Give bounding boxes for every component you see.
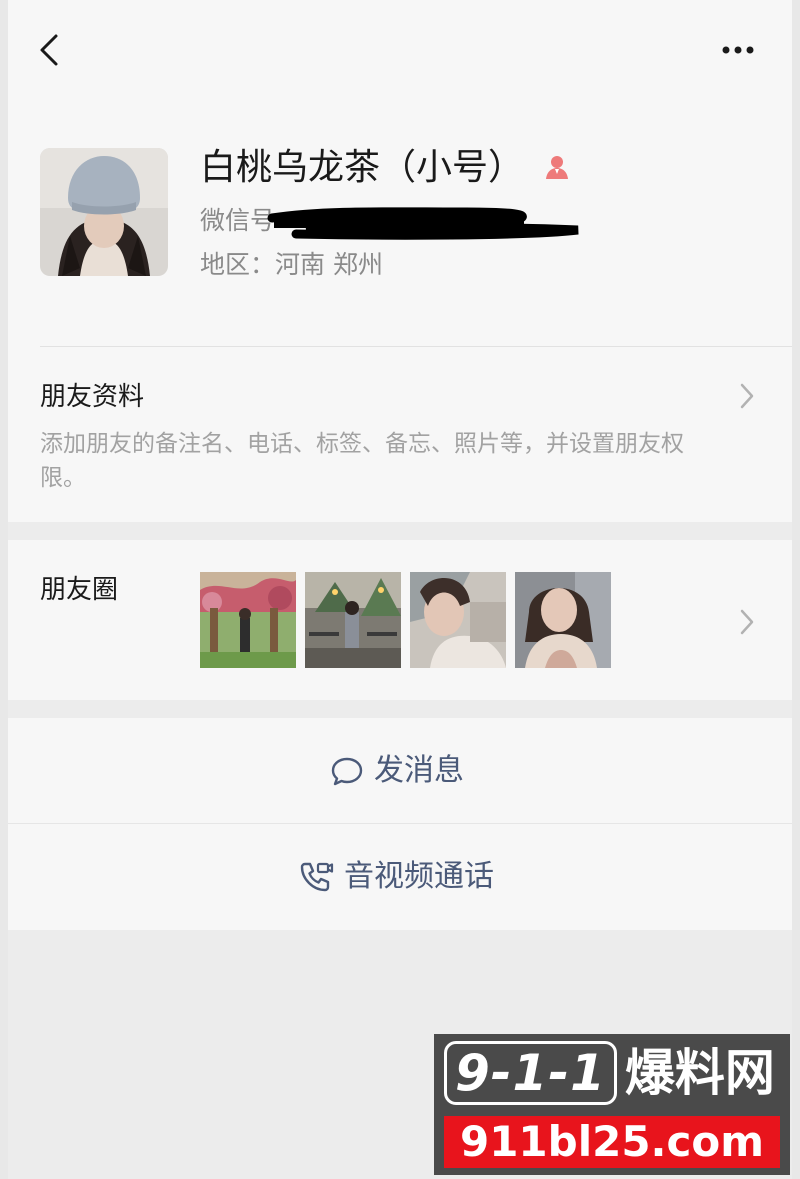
send-message-label: 发消息 (374, 753, 464, 788)
actions-section: 发消息 音视频通话 (8, 718, 792, 930)
moment-thumbnail (515, 572, 611, 668)
wechat-id-label: 微信号 (200, 206, 276, 235)
moment-thumbnail (200, 572, 296, 668)
moment-thumbnail (305, 572, 401, 668)
site-watermark: 9-1-1 爆料网 911bl25.com (434, 1034, 790, 1175)
friend-profile-title: 朋友资料 (40, 382, 145, 412)
avatar-photo (40, 148, 168, 276)
contact-person-icon (542, 152, 572, 182)
chevron-right-icon (740, 609, 754, 635)
region-text: 地区：河南 郑州 (200, 250, 383, 279)
chevron-left-icon (40, 34, 58, 66)
phone-video-icon (300, 862, 334, 892)
back-button[interactable] (34, 30, 70, 70)
moment-thumbnail (410, 572, 506, 668)
send-message-button[interactable]: 发消息 (8, 718, 792, 824)
watermark-brand-number: 9-1-1 (444, 1041, 617, 1105)
more-dots-icon (722, 46, 754, 54)
friend-profile-description: 添加朋友的备注名、电话、标签、备忘、照片等，并设置朋友权限。 (40, 431, 684, 491)
watermark-brand: 9-1-1 爆料网 (444, 1038, 775, 1108)
moments-row[interactable]: 朋友圈 (8, 540, 792, 700)
chat-bubble-icon (331, 757, 363, 786)
friend-profile-row[interactable]: 朋友资料 添加朋友的备注名、电话、标签、备忘、照片等，并设置朋友权限。 (8, 347, 792, 522)
contact-name: 白桃乌龙茶（小号） (200, 147, 525, 188)
watermark-brand-text: 爆料网 (624, 1044, 775, 1102)
watermark-domain: 911bl25.com (444, 1116, 780, 1168)
profile-header-section: 白桃乌龙茶（小号） 微信号 地区：河南 郑州 朋友资料 添加朋友的备注名、电话、… (8, 0, 792, 522)
video-call-label: 音视频通话 (344, 859, 494, 894)
contact-profile-page: 白桃乌龙茶（小号） 微信号 地区：河南 郑州 朋友资料 添加朋友的备注名、电话、… (8, 0, 792, 1179)
more-button[interactable] (710, 30, 766, 70)
video-call-button[interactable]: 音视频通话 (8, 824, 792, 930)
moments-title: 朋友圈 (40, 575, 119, 605)
chevron-right-icon (740, 383, 754, 409)
redaction-scribble (266, 206, 584, 240)
avatar[interactable] (40, 148, 168, 276)
